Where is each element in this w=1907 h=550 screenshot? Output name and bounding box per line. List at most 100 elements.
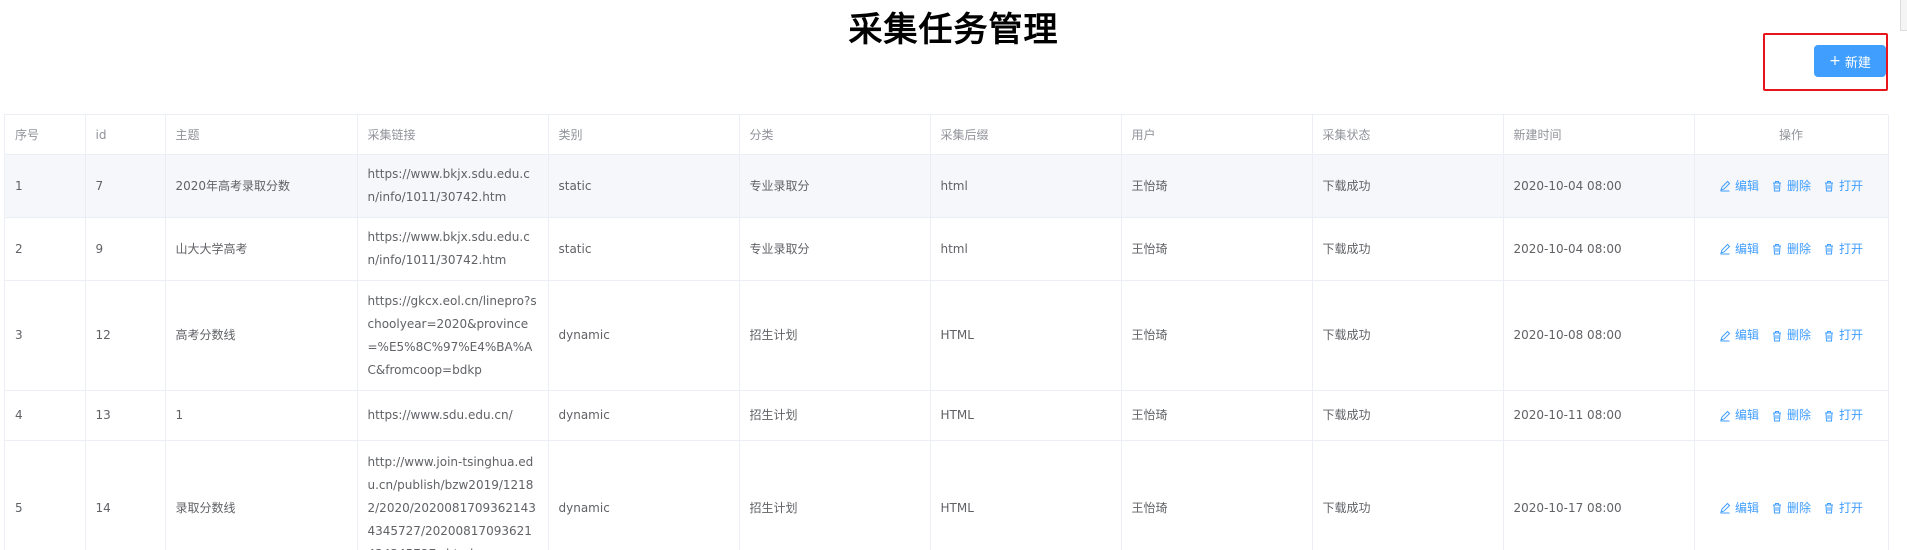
cell-id: 14 bbox=[85, 440, 166, 550]
cell-topic: 2020年高考录取分数 bbox=[165, 154, 358, 218]
cell-created: 2020-10-17 08:00 bbox=[1503, 440, 1695, 550]
cell-suffix: HTML bbox=[930, 440, 1122, 550]
cell-id: 9 bbox=[85, 217, 166, 281]
table-row: 1 7 2020年高考录取分数 https://www.bkjx.sdu.edu… bbox=[5, 154, 1889, 218]
cell-category: 专业录取分 bbox=[739, 217, 931, 281]
header-actions: 操作 bbox=[1694, 115, 1889, 155]
header-created: 新建时间 bbox=[1503, 115, 1695, 155]
header-type: 类别 bbox=[548, 115, 740, 155]
cell-suffix: HTML bbox=[930, 280, 1122, 391]
open-button[interactable]: 打开 bbox=[1823, 497, 1863, 520]
cell-user: 王怡琦 bbox=[1121, 390, 1313, 441]
window-scrollbar[interactable] bbox=[1900, 0, 1907, 31]
trash-icon bbox=[1772, 330, 1781, 341]
open-label: 打开 bbox=[1839, 408, 1864, 422]
cell-actions: 编辑 删除 打开 bbox=[1694, 154, 1889, 218]
cell-index: 1 bbox=[5, 154, 86, 218]
cell-url: https://gkcx.eol.cn/linepro?schoolyear=2… bbox=[357, 280, 549, 391]
cell-created: 2020-10-08 08:00 bbox=[1503, 280, 1695, 391]
trash-icon bbox=[1825, 181, 1833, 192]
delete-label: 删除 bbox=[1786, 328, 1811, 342]
cell-category: 招生计划 bbox=[739, 390, 931, 441]
cell-id: 7 bbox=[85, 154, 166, 218]
delete-button[interactable]: 删除 bbox=[1771, 324, 1811, 347]
new-button[interactable]: + 新建 bbox=[1814, 45, 1886, 77]
edit-label: 编辑 bbox=[1734, 241, 1759, 256]
trash-icon bbox=[1772, 503, 1781, 514]
cell-suffix: HTML bbox=[930, 390, 1122, 441]
table-row: 2 9 山大大学高考 https://www.bkjx.sdu.edu.cn/i… bbox=[5, 217, 1889, 281]
delete-button[interactable]: 删除 bbox=[1771, 175, 1811, 198]
trash-icon bbox=[1772, 244, 1781, 255]
edit-button[interactable]: 编辑 bbox=[1719, 497, 1759, 520]
cell-index: 2 bbox=[5, 217, 86, 281]
task-table: 序号 id 主题 采集链接 类别 分类 采集后缀 用户 采集状态 新建时间 操作… bbox=[4, 114, 1889, 550]
header-suffix: 采集后缀 bbox=[930, 115, 1122, 155]
page-title: 采集任务管理 bbox=[848, 10, 1059, 50]
cell-actions: 编辑 删除 打开 bbox=[1694, 217, 1889, 281]
cell-type: dynamic bbox=[548, 390, 740, 441]
edit-icon bbox=[1720, 410, 1731, 421]
open-button[interactable]: 打开 bbox=[1823, 404, 1863, 427]
edit-icon bbox=[1720, 180, 1731, 192]
cell-type: static bbox=[548, 217, 740, 281]
cell-user: 王怡琦 bbox=[1121, 154, 1313, 218]
delete-button[interactable]: 删除 bbox=[1771, 404, 1811, 427]
open-label: 打开 bbox=[1839, 241, 1864, 256]
edit-icon bbox=[1720, 502, 1731, 514]
delete-button[interactable]: 删除 bbox=[1771, 497, 1811, 520]
open-label: 打开 bbox=[1839, 500, 1864, 515]
edit-button[interactable]: 编辑 bbox=[1719, 404, 1759, 427]
edit-icon bbox=[1720, 330, 1731, 341]
header-index: 序号 bbox=[5, 115, 86, 155]
trash-icon bbox=[1825, 244, 1833, 255]
cell-type: dynamic bbox=[548, 280, 740, 391]
edit-icon bbox=[1720, 243, 1731, 255]
open-button[interactable]: 打开 bbox=[1823, 175, 1863, 198]
cell-suffix: html bbox=[930, 154, 1122, 218]
header-url: 采集链接 bbox=[357, 115, 549, 155]
cell-user: 王怡琦 bbox=[1121, 217, 1313, 281]
cell-status: 下载成功 bbox=[1312, 440, 1504, 550]
row-actions: 编辑 删除 打开 bbox=[1705, 175, 1878, 198]
cell-created: 2020-10-11 08:00 bbox=[1503, 390, 1695, 441]
edit-label: 编辑 bbox=[1734, 178, 1759, 193]
table-header-row: 序号 id 主题 采集链接 类别 分类 采集后缀 用户 采集状态 新建时间 操作 bbox=[5, 115, 1889, 155]
cell-url: http://www.join-tsinghua.edu.cn/publish/… bbox=[357, 440, 549, 550]
trash-icon bbox=[1825, 330, 1833, 341]
delete-button[interactable]: 删除 bbox=[1771, 238, 1811, 261]
header-id: id bbox=[85, 115, 166, 155]
new-button-label: 新建 bbox=[1844, 55, 1871, 71]
cell-url: https://www.bkjx.sdu.edu.cn/info/1011/30… bbox=[357, 217, 549, 281]
edit-button[interactable]: 编辑 bbox=[1719, 324, 1759, 347]
edit-button[interactable]: 编辑 bbox=[1719, 238, 1759, 261]
cell-index: 5 bbox=[5, 440, 86, 550]
open-button[interactable]: 打开 bbox=[1823, 238, 1863, 261]
trash-icon bbox=[1772, 410, 1781, 421]
cell-type: static bbox=[548, 154, 740, 218]
row-actions: 编辑 删除 打开 bbox=[1705, 238, 1878, 261]
cell-topic: 录取分数线 bbox=[165, 440, 358, 550]
table-row: 4 13 1 https://www.sdu.edu.cn/ dynamic 招… bbox=[5, 390, 1889, 441]
open-label: 打开 bbox=[1839, 328, 1864, 342]
cell-status: 下载成功 bbox=[1312, 217, 1504, 281]
open-button[interactable]: 打开 bbox=[1823, 324, 1863, 347]
cell-topic: 1 bbox=[165, 390, 358, 441]
cell-topic: 山大大学高考 bbox=[165, 217, 358, 281]
edit-button[interactable]: 编辑 bbox=[1719, 175, 1759, 198]
cell-url: https://www.sdu.edu.cn/ bbox=[357, 390, 549, 441]
cell-id: 13 bbox=[85, 390, 166, 441]
cell-topic: 高考分数线 bbox=[165, 280, 358, 391]
cell-index: 3 bbox=[5, 280, 86, 391]
edit-label: 编辑 bbox=[1734, 500, 1759, 515]
edit-label: 编辑 bbox=[1734, 408, 1759, 422]
cell-actions: 编辑 删除 打开 bbox=[1694, 390, 1889, 441]
cell-type: dynamic bbox=[548, 440, 740, 550]
header-user: 用户 bbox=[1121, 115, 1313, 155]
cell-id: 12 bbox=[85, 280, 166, 391]
cell-status: 下载成功 bbox=[1312, 154, 1504, 218]
cell-url: https://www.bkjx.sdu.edu.cn/info/1011/30… bbox=[357, 154, 549, 218]
table-row: 3 12 高考分数线 https://gkcx.eol.cn/linepro?s… bbox=[5, 280, 1889, 391]
cell-category: 专业录取分 bbox=[739, 154, 931, 218]
trash-icon bbox=[1772, 181, 1781, 192]
